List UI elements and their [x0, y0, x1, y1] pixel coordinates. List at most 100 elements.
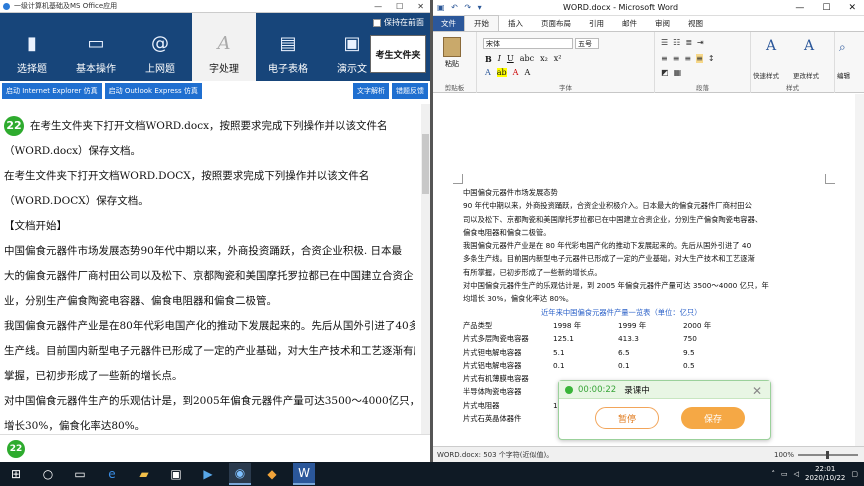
font-name-select[interactable]: 宋体	[483, 38, 573, 49]
char-shading-icon[interactable]: A	[524, 68, 530, 77]
tab-choice[interactable]: ▮ 选择题	[0, 13, 64, 81]
tab-internet[interactable]: @ 上网题	[128, 13, 192, 81]
word-taskbar-icon[interactable]: W	[293, 463, 315, 485]
change-styles-icon[interactable]: A	[797, 38, 821, 68]
table-cell: 6.5	[618, 347, 630, 357]
tab-mailings[interactable]: 邮件	[613, 16, 646, 31]
document-scrollbar[interactable]	[855, 94, 864, 446]
edge-icon[interactable]: e	[101, 463, 123, 485]
quick-styles-button[interactable]: 快速样式	[753, 70, 779, 80]
maximize-button[interactable]: ☐	[822, 3, 830, 13]
edit-button[interactable]: 编辑	[837, 70, 850, 80]
zoom-slider[interactable]	[798, 450, 858, 459]
volume-icon[interactable]: ◁	[794, 470, 799, 478]
align-left-icon[interactable]: ≡	[661, 54, 668, 63]
quick-styles-icon[interactable]: A	[759, 38, 783, 68]
table-cell: 9.5	[683, 347, 695, 357]
question-scrollbar[interactable]	[421, 104, 430, 434]
network-icon[interactable]: ▭	[781, 470, 788, 478]
doc-line: 我国偏食元器件产业是在 80 年代彩电国产化的推动下发展起来的。先后从国外引进了…	[463, 241, 752, 251]
error-feedback-button[interactable]: 错题反馈	[392, 82, 428, 99]
indent-icon[interactable]: ⇥	[697, 38, 704, 47]
bullet-list-icon[interactable]: ☰	[661, 38, 668, 47]
exam-app-icon[interactable]: ◉	[229, 463, 251, 485]
exam-folder-button[interactable]: 考生文件夹	[370, 35, 426, 73]
table-row: 片式多层陶瓷电容器 125.1 413.3 750	[463, 332, 823, 345]
highlight-icon[interactable]: ab	[496, 68, 507, 77]
shading-icon[interactable]: ◩	[661, 68, 669, 77]
tab-page-layout[interactable]: 页面布局	[532, 16, 580, 31]
tab-home[interactable]: 开始	[464, 15, 499, 31]
keep-on-top-toggle[interactable]: 保持在前面	[373, 17, 424, 28]
underline-icon[interactable]: U	[507, 54, 514, 64]
zoom-level[interactable]: 100%	[774, 451, 794, 459]
chevron-up-icon[interactable]: ˄	[772, 470, 776, 478]
table-cell: 750	[683, 334, 697, 344]
font-color-icon[interactable]: A	[513, 68, 519, 77]
minimize-button[interactable]: —	[795, 3, 804, 13]
quick-access-toolbar[interactable]: ▣ ↶ ↷ ▾	[437, 3, 484, 12]
italic-icon[interactable]: I	[498, 54, 501, 64]
explorer-icon[interactable]: ▰	[133, 463, 155, 485]
media-icon[interactable]: ▶	[197, 463, 219, 485]
paragraph-group: ☰ ☷ ≣ ⇥ ≡ ≡ ≡ ≡ ↕ ◩ ▦ 段落	[655, 32, 751, 93]
tab-spreadsheet[interactable]: ▤ 电子表格	[256, 13, 320, 81]
clock[interactable]: 22:01 2020/10/22	[805, 465, 845, 483]
clipboard-group: 粘贴 剪贴板	[433, 32, 477, 93]
align-center-icon[interactable]: ≡	[673, 54, 680, 63]
screen: 一级计算机基础及MS Office应用 — ☐ ✕ ▮ 选择题 ▭ 基本操作 @ 上网…	[0, 0, 864, 486]
tab-word-processing[interactable]: A 字处理	[192, 13, 256, 81]
multilevel-list-icon[interactable]: ≣	[685, 38, 692, 47]
start-icon[interactable]: ⊞	[5, 463, 27, 485]
tab-basic-ops[interactable]: ▭ 基本操作	[64, 13, 128, 81]
bold-icon[interactable]: B	[485, 54, 492, 64]
question-line: 22 在考生文件夹下打开文档WORD.docx，按照要求完成下列操作并以该文件名	[4, 114, 415, 139]
tab-references[interactable]: 引用	[580, 16, 613, 31]
superscript-icon[interactable]: x²	[554, 54, 562, 64]
minimize-button[interactable]: —	[374, 2, 382, 11]
notification-icon[interactable]: ▢	[851, 470, 858, 478]
justify-icon[interactable]: ≡	[696, 54, 703, 63]
paste-button[interactable]: 粘贴	[439, 37, 465, 75]
table-row: 产品类型 1998 年 1999 年 2000 年	[463, 319, 823, 332]
subscript-icon[interactable]: x₂	[540, 54, 548, 64]
tab-view[interactable]: 视图	[679, 16, 712, 31]
tab-insert[interactable]: 插入	[499, 16, 532, 31]
task-view-icon[interactable]: ▭	[69, 463, 91, 485]
align-right-icon[interactable]: ≡	[684, 54, 691, 63]
store-icon[interactable]: ▣	[165, 463, 187, 485]
scroll-thumb[interactable]	[422, 134, 429, 194]
border-icon[interactable]: ▦	[674, 68, 682, 77]
question-line: 我国偏食元器件产业是在80年代彩电国产化的推动下发展起来的。先后从国外引进了40…	[4, 320, 415, 332]
search-icon[interactable]: ○	[37, 463, 59, 485]
close-icon[interactable]: ✕	[752, 384, 762, 398]
table-row: 片式钽电解电容器 5.1 6.5 9.5	[463, 346, 823, 359]
strikethrough-icon[interactable]: abc	[520, 54, 534, 64]
doc-line: 有所掌握，已初步形成了一些新的增长点。	[463, 267, 602, 277]
text-effect-icon[interactable]: A	[485, 68, 491, 77]
recorder-icon[interactable]: ◆	[261, 463, 283, 485]
find-icon[interactable]: ⌕	[839, 40, 846, 55]
change-styles-button[interactable]: 更改样式	[793, 70, 819, 80]
close-button[interactable]: ✕	[848, 3, 856, 13]
letter-a-icon: A	[217, 33, 231, 54]
recording-panel: 00:00:22 录课中 ✕ 暂停 保存	[558, 380, 771, 440]
font-size-select[interactable]: 五号	[575, 38, 599, 49]
line-spacing-icon[interactable]: ↕	[708, 54, 715, 63]
question-line: 大的偏食元器件厂商村田公司以及松下、京都陶瓷和美国摩托罗拉都已在中国建立合资企	[4, 270, 414, 282]
table-row: 片式铝电解电容器 0.1 0.1 0.5	[463, 359, 823, 372]
tab-file[interactable]: 文件	[433, 16, 464, 31]
table-cell: 片式电阻器	[463, 400, 500, 410]
launch-outlook-button[interactable]: 启动 Outlook Express 仿真	[104, 82, 202, 99]
text-analysis-button[interactable]: 文字解析	[353, 82, 389, 99]
maximize-button[interactable]: ☐	[396, 2, 403, 11]
question-number-badge[interactable]: 22	[7, 440, 25, 458]
number-list-icon[interactable]: ☷	[673, 38, 680, 47]
recording-time: 00:00:22	[578, 384, 617, 395]
close-button[interactable]: ✕	[417, 2, 424, 11]
save-button[interactable]: 保存	[681, 407, 745, 429]
launch-ie-button[interactable]: 启动 Internet Explorer 仿真	[2, 82, 102, 99]
pause-button[interactable]: 暂停	[595, 407, 659, 429]
checkbox-icon	[373, 18, 381, 27]
tab-review[interactable]: 审阅	[646, 16, 679, 31]
